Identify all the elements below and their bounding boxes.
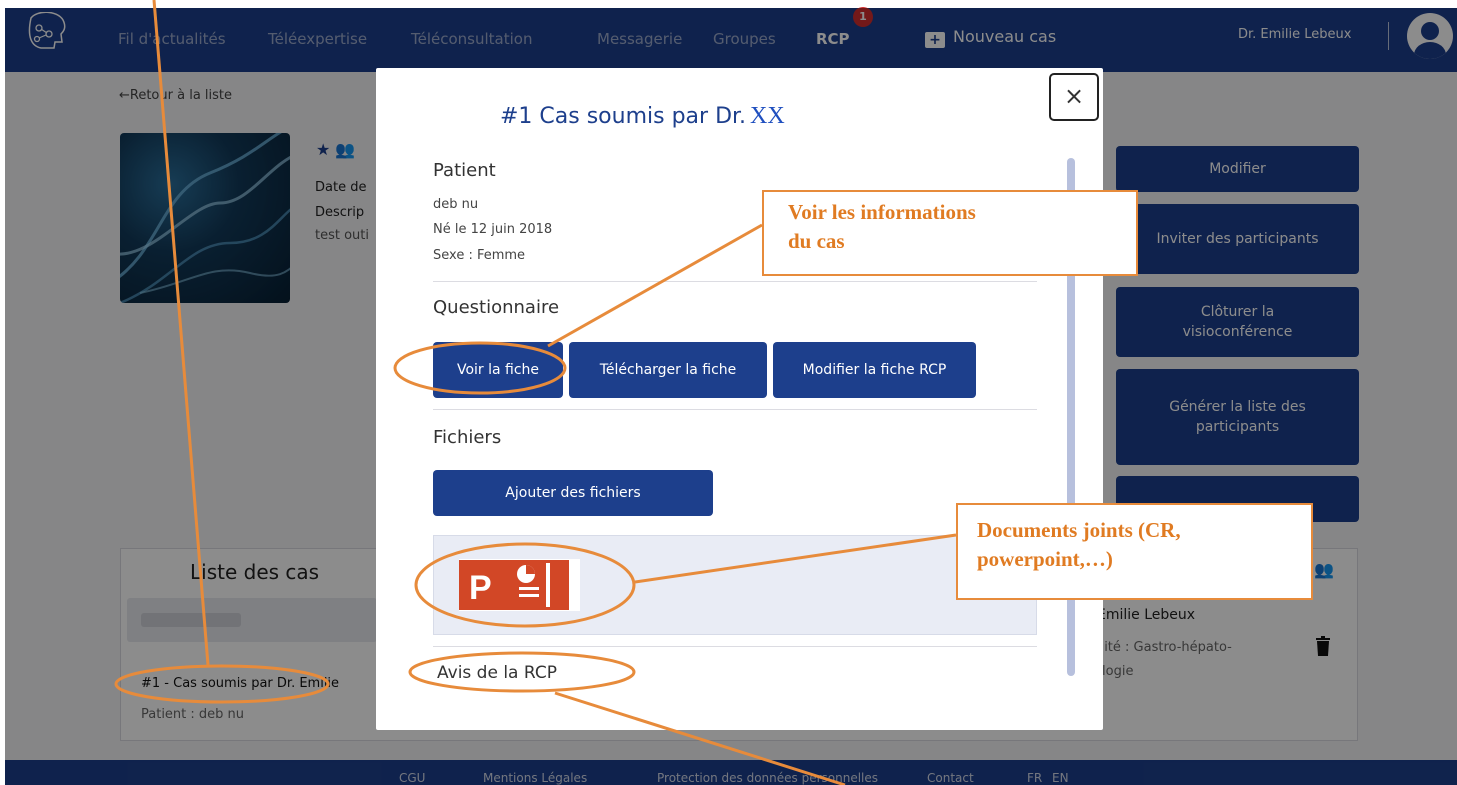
- annotation-overlay: [114, 0, 957, 785]
- annotation-line-case-info: [547, 223, 763, 348]
- annotation-ellipse-ppt-file: [414, 542, 636, 628]
- annotation-line-attached-docs: [634, 533, 957, 584]
- annotation-line-case-list: [152, 0, 210, 666]
- annotation-ellipse-view-form: [393, 341, 567, 395]
- annotation-ellipse-rcp-opinion: [408, 651, 636, 693]
- annotation-ellipse-case-item: [114, 664, 330, 704]
- annotation-line-rcp-opinion: [554, 691, 846, 785]
